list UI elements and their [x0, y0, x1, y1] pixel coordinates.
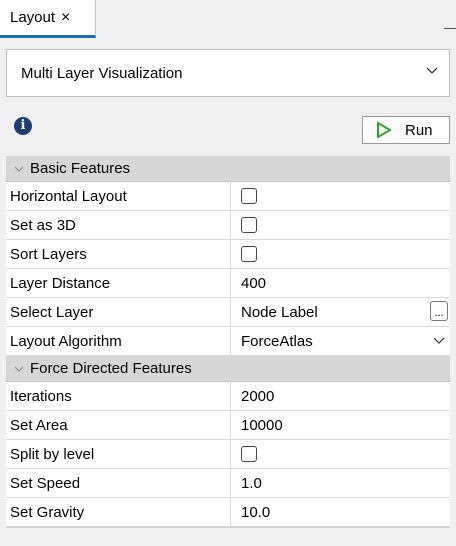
ellipsis-button[interactable]: ...: [430, 301, 448, 321]
collapse-chevron-icon: [14, 366, 24, 372]
section-basic-features[interactable]: Basic Features: [6, 156, 450, 182]
collapse-chevron-icon: [14, 166, 24, 172]
row-select-layer: Select Layer Node Label ...: [6, 298, 450, 327]
section-force-label: Force Directed Features: [30, 360, 192, 377]
play-icon: [377, 122, 391, 138]
set-gravity-value: 10.0: [241, 503, 271, 521]
property-name: Horizontal Layout: [6, 182, 231, 210]
tab-layout[interactable]: Layout ×: [0, 0, 96, 38]
layer-distance-value: 400: [241, 274, 267, 292]
set-gravity-field[interactable]: 10.0: [231, 498, 450, 526]
set-speed-field[interactable]: 1.0: [231, 469, 450, 497]
property-name: Split by level: [6, 440, 231, 468]
run-button-label: Run: [405, 121, 433, 139]
section-force-directed-features[interactable]: Force Directed Features: [6, 356, 450, 382]
properties-panel: Basic Features Horizontal Layout Set as …: [6, 156, 450, 528]
row-sort-layers: Sort Layers: [6, 240, 450, 269]
chevron-down-icon: [427, 67, 437, 74]
info-icon[interactable]: i: [14, 117, 32, 135]
section-basic-label: Basic Features: [30, 160, 131, 177]
property-name: Layer Distance: [6, 269, 231, 297]
property-name: Set Area: [6, 411, 231, 439]
close-icon[interactable]: ×: [61, 9, 70, 27]
row-split-by-level: Split by level: [6, 440, 450, 469]
select-layer-value: Node Label: [241, 303, 318, 321]
property-name: Select Layer: [6, 298, 231, 326]
property-name: Set as 3D: [6, 211, 231, 239]
set-speed-value: 1.0: [241, 474, 262, 492]
chevron-down-icon: [434, 337, 444, 344]
set-as-3d-checkbox[interactable]: [241, 217, 257, 233]
split-by-level-checkbox[interactable]: [241, 446, 257, 462]
set-area-value: 10000: [241, 416, 283, 434]
property-name: Set Speed: [6, 469, 231, 497]
row-set-as-3d: Set as 3D: [6, 211, 450, 240]
property-name: Layout Algorithm: [6, 327, 231, 355]
row-set-area: Set Area 10000: [6, 411, 450, 440]
row-layer-distance: Layer Distance 400: [6, 269, 450, 298]
row-horizontal-layout: Horizontal Layout: [6, 182, 450, 211]
set-area-field[interactable]: 10000: [231, 411, 450, 439]
property-name: Sort Layers: [6, 240, 231, 268]
tab-layout-label: Layout: [10, 9, 56, 26]
layout-algorithm-value: ForceAtlas: [241, 332, 313, 350]
select-layer-field[interactable]: Node Label ...: [231, 298, 450, 326]
minimize-icon[interactable]: [444, 10, 456, 29]
row-set-gravity: Set Gravity 10.0: [6, 498, 450, 527]
layout-selector-value: Multi Layer Visualization: [21, 64, 183, 82]
row-set-speed: Set Speed 1.0: [6, 469, 450, 498]
property-name: Iterations: [6, 382, 231, 410]
row-layout-algorithm: Layout Algorithm ForceAtlas: [6, 327, 450, 356]
run-button[interactable]: Run: [362, 116, 450, 144]
row-iterations: Iterations 2000: [6, 382, 450, 411]
iterations-field[interactable]: 2000: [231, 382, 450, 410]
iterations-value: 2000: [241, 387, 275, 405]
property-name: Set Gravity: [6, 498, 231, 526]
layout-selector[interactable]: Multi Layer Visualization: [6, 49, 450, 97]
horizontal-layout-checkbox[interactable]: [241, 188, 257, 204]
layer-distance-field[interactable]: 400: [231, 269, 450, 297]
tab-bar: Layout ×: [0, 0, 456, 40]
layout-algorithm-dropdown[interactable]: ForceAtlas: [231, 327, 450, 355]
sort-layers-checkbox[interactable]: [241, 246, 257, 262]
